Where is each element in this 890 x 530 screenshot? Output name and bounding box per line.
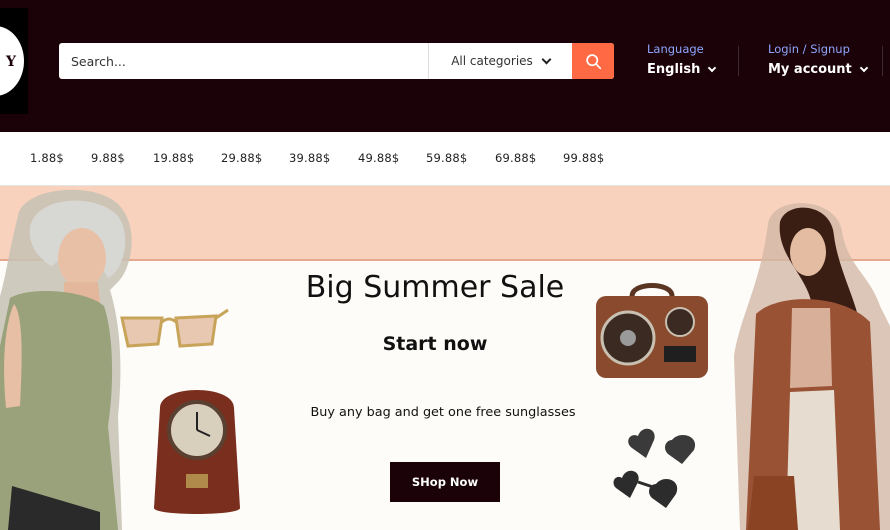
radio-bag-image bbox=[596, 283, 708, 378]
logo-lettering: Y bbox=[6, 54, 17, 70]
price-link-4[interactable]: 29.88$ bbox=[221, 151, 262, 165]
banner-subtitle: Start now bbox=[382, 333, 488, 355]
chevron-down-icon bbox=[708, 63, 717, 72]
shop-now-button[interactable]: SHop Now bbox=[390, 462, 500, 502]
model-right-image bbox=[734, 203, 890, 530]
account-menu[interactable]: Login / Signup My account bbox=[768, 42, 869, 77]
price-link-2[interactable]: 9.88$ bbox=[91, 151, 125, 165]
price-nav: 1.88$ 9.88$ 19.88$ 29.88$ 39.88$ 49.88$ … bbox=[0, 132, 890, 186]
search-button[interactable] bbox=[572, 43, 614, 79]
language-label: Language bbox=[647, 42, 704, 56]
language-value: English bbox=[647, 62, 701, 77]
search-bar: All categories bbox=[59, 43, 614, 79]
promo-banner[interactable]: Big Summer Sale Start now Buy any bag an… bbox=[0, 186, 890, 530]
site-header: Y All categories Language English Login … bbox=[0, 0, 890, 132]
language-value-row: English bbox=[647, 62, 717, 77]
clock-bag-image bbox=[154, 390, 240, 514]
price-link-1[interactable]: 1.88$ bbox=[30, 151, 64, 165]
category-select-label: All categories bbox=[451, 54, 533, 68]
store-logo[interactable]: Y bbox=[0, 8, 28, 114]
banner-tagline: Buy any bag and get one free sunglasses bbox=[310, 405, 576, 420]
chevron-down-icon bbox=[859, 63, 869, 72]
sunglasses-gold-image bbox=[120, 308, 229, 348]
price-link-9[interactable]: 99.88$ bbox=[563, 151, 604, 165]
account-value-row: My account bbox=[768, 62, 869, 77]
price-link-7[interactable]: 59.88$ bbox=[426, 151, 467, 165]
price-link-3[interactable]: 19.88$ bbox=[153, 151, 194, 165]
search-icon bbox=[585, 53, 601, 69]
header-divider bbox=[882, 46, 883, 76]
heart-sunglasses-image bbox=[613, 428, 696, 508]
price-link-6[interactable]: 49.88$ bbox=[358, 151, 399, 165]
model-left-image bbox=[0, 189, 132, 530]
header-divider bbox=[738, 46, 739, 76]
my-account-label: My account bbox=[768, 62, 852, 77]
language-selector[interactable]: Language English bbox=[647, 42, 717, 77]
search-input[interactable] bbox=[59, 43, 428, 79]
chevron-down-icon bbox=[541, 54, 552, 64]
banner-title: Big Summer Sale bbox=[305, 270, 565, 305]
price-link-8[interactable]: 69.88$ bbox=[495, 151, 536, 165]
login-signup-link[interactable]: Login / Signup bbox=[768, 42, 867, 57]
price-link-5[interactable]: 39.88$ bbox=[289, 151, 330, 165]
category-select[interactable]: All categories bbox=[428, 43, 572, 79]
